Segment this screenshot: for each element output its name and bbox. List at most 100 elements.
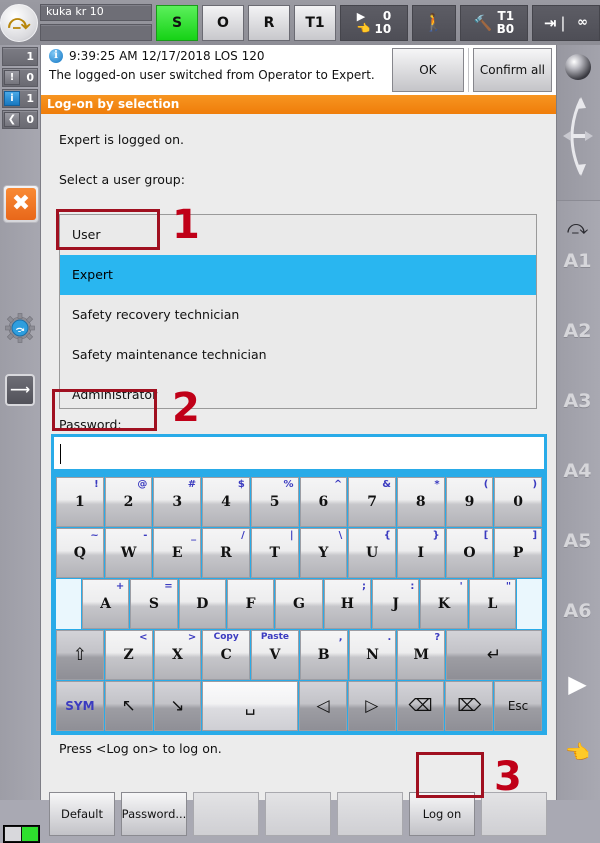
- end-key[interactable]: ↘: [153, 681, 202, 731]
- key-f[interactable]: F: [226, 579, 275, 629]
- default-button[interactable]: Default: [49, 792, 115, 836]
- play-forward-icon[interactable]: ▶: [555, 670, 600, 698]
- key-r[interactable]: / R: [202, 528, 250, 578]
- axis-label-a4[interactable]: A4: [555, 460, 600, 482]
- operating-mode-selector[interactable]: T1: [294, 4, 336, 41]
- enter-key[interactable]: ↵: [446, 630, 542, 680]
- axis-label-a6[interactable]: A6: [555, 600, 600, 622]
- axis-label-a1[interactable]: A1: [555, 250, 600, 272]
- counter-row[interactable]: 1: [2, 47, 38, 66]
- delete-key[interactable]: ⌦: [445, 681, 494, 731]
- key-alt: /: [241, 530, 245, 541]
- confirm-all-button[interactable]: Confirm all: [472, 48, 552, 92]
- user-group-list[interactable]: User Expert Safety recovery technician S…: [59, 214, 537, 409]
- key-0[interactable]: ) 0: [494, 477, 543, 527]
- key-t[interactable]: | T: [250, 528, 299, 578]
- backspace-key[interactable]: ⌫: [396, 681, 445, 731]
- key-s[interactable]: = S: [130, 579, 178, 629]
- tool-base-indicator[interactable]: 🔨 T1 B0: [460, 4, 528, 41]
- on-screen-keyboard[interactable]: ! 1 @2 #3 $4 % 5 ^ 6 & 7 * 8 (9 ) 0 ~ Q -W _ E /…: [51, 472, 547, 735]
- key-p[interactable]: ] P: [494, 528, 543, 578]
- cursor-left-key[interactable]: ◁: [299, 681, 347, 731]
- key-g[interactable]: G: [275, 579, 323, 629]
- escape-key[interactable]: Esc: [494, 681, 542, 731]
- axis-label-a3[interactable]: A3: [555, 390, 600, 412]
- key-d[interactable]: D: [178, 579, 226, 629]
- key-m[interactable]: ? M: [397, 630, 446, 680]
- axis-label-a2[interactable]: A2: [555, 320, 600, 342]
- key-w[interactable]: -W: [104, 528, 153, 578]
- ok-button[interactable]: OK: [391, 48, 464, 92]
- program-name-field[interactable]: [40, 24, 152, 41]
- key-main: I: [417, 545, 425, 561]
- sym-key[interactable]: SYM: [56, 681, 104, 731]
- kuka-robot-logo-icon[interactable]: ⤼: [0, 3, 38, 43]
- robot-axis-icon[interactable]: ⤼: [555, 215, 600, 239]
- key-b[interactable]: ,B: [299, 630, 348, 680]
- key-6[interactable]: ^ 6: [299, 477, 348, 527]
- expert-user-group-row[interactable]: Expert: [60, 255, 536, 295]
- user-group-row-user[interactable]: User: [60, 215, 536, 255]
- clock-timer-icon[interactable]: ⟶: [5, 374, 35, 406]
- key-main: SYM: [65, 699, 95, 713]
- key-u[interactable]: {U: [348, 528, 396, 578]
- robot-name-field[interactable]: kuka kr 10: [40, 4, 152, 21]
- user-group-row-administrator[interactable]: Administrator: [60, 375, 536, 415]
- key-alt: ?: [434, 632, 441, 643]
- password-button[interactable]: Password...: [121, 792, 187, 836]
- key-3[interactable]: #3: [153, 477, 202, 527]
- softkey-3[interactable]: [193, 792, 259, 836]
- key-9[interactable]: (9: [445, 477, 494, 527]
- counter-row[interactable]: i 1: [2, 89, 38, 108]
- key-q[interactable]: ~ Q: [56, 528, 104, 578]
- key-a[interactable]: + A: [81, 579, 130, 629]
- softkey-7[interactable]: [481, 792, 547, 836]
- shift-key[interactable]: ⇧: [56, 630, 104, 680]
- key-alt: |: [289, 530, 294, 541]
- key-4[interactable]: $4: [202, 477, 250, 527]
- key-z[interactable]: < Z: [104, 630, 153, 680]
- stop-x-button[interactable]: ✖: [3, 185, 39, 223]
- key-c-copy[interactable]: Copy C: [202, 630, 251, 680]
- key-7[interactable]: & 7: [348, 477, 396, 527]
- key-alt: *: [434, 479, 440, 490]
- key-k[interactable]: ' K: [420, 579, 468, 629]
- key-l[interactable]: " L: [468, 579, 517, 629]
- key-j[interactable]: :J: [372, 579, 420, 629]
- axis-label-a5[interactable]: A5: [555, 530, 600, 552]
- key-main: J: [392, 596, 399, 612]
- key-alt: ": [505, 581, 512, 592]
- key-2[interactable]: @2: [104, 477, 153, 527]
- log-on-button[interactable]: Log on: [409, 792, 475, 836]
- key-1[interactable]: ! 1: [56, 477, 104, 527]
- submit-interpreter-status[interactable]: S: [156, 4, 198, 41]
- key-n[interactable]: .N: [348, 630, 397, 680]
- walking-person-icon[interactable]: 🚶: [412, 4, 456, 41]
- increment-indicator[interactable]: ⇥❘ ∞: [532, 4, 600, 41]
- key-i[interactable]: } I: [396, 528, 445, 578]
- gear-robot-settings-icon[interactable]: ⤼: [5, 313, 35, 343]
- drives-status[interactable]: O: [202, 4, 244, 41]
- space-key[interactable]: ␣: [202, 681, 299, 731]
- key-x[interactable]: > X: [153, 630, 202, 680]
- user-group-row-safety-maintenance[interactable]: Safety maintenance technician: [60, 335, 536, 375]
- key-h[interactable]: ; H: [323, 579, 371, 629]
- key-e[interactable]: _ E: [153, 528, 202, 578]
- key-o[interactable]: [O: [445, 528, 494, 578]
- softkey-4[interactable]: [265, 792, 331, 836]
- world-coordinate-globe-icon[interactable]: [565, 54, 591, 80]
- key-v-paste[interactable]: Paste V: [251, 630, 299, 680]
- counter-row[interactable]: ❮ 0: [2, 110, 38, 129]
- softkey-5[interactable]: [337, 792, 403, 836]
- counter-row[interactable]: ! 0: [2, 68, 38, 87]
- key-5[interactable]: % 5: [250, 477, 299, 527]
- home-key[interactable]: ↖: [104, 681, 153, 731]
- key-y[interactable]: \ Y: [299, 528, 348, 578]
- password-input[interactable]: [51, 434, 547, 472]
- cursor-right-key[interactable]: ▷: [347, 681, 396, 731]
- key-8[interactable]: * 8: [396, 477, 445, 527]
- jog-hand-icon[interactable]: 👈: [555, 740, 600, 764]
- user-group-row-safety-recovery[interactable]: Safety recovery technician: [60, 295, 536, 335]
- program-override-indicator[interactable]: ▶ 👈 0 10: [340, 4, 408, 41]
- robot-interpreter-status[interactable]: R: [248, 4, 290, 41]
